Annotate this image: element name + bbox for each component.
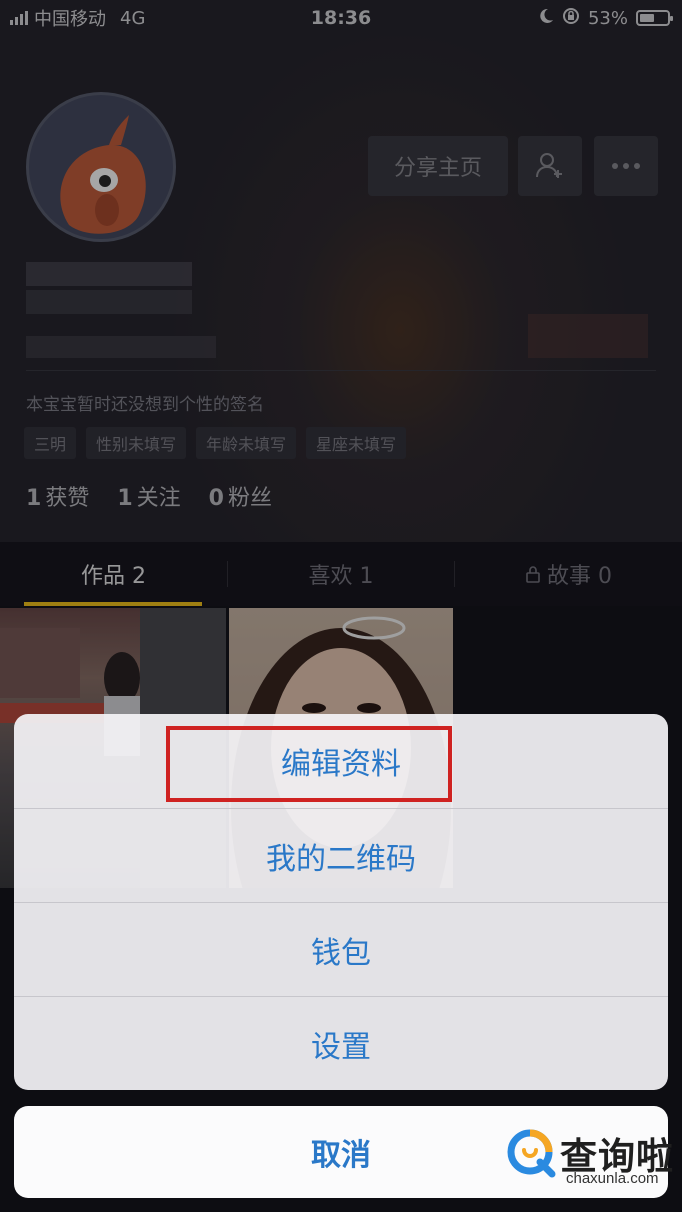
action-sheet: 编辑资料 我的二维码 钱包 设置 — [14, 714, 668, 1090]
watermark-logo-icon — [507, 1129, 556, 1178]
wallet-button[interactable]: 钱包 — [14, 903, 668, 997]
my-qrcode-button[interactable]: 我的二维码 — [14, 809, 668, 903]
settings-button[interactable]: 设置 — [14, 997, 668, 1090]
watermark: 查询啦 chaxunla.com — [506, 1126, 682, 1192]
highlight-box — [166, 726, 452, 802]
watermark-url: chaxunla.com — [566, 1170, 659, 1187]
